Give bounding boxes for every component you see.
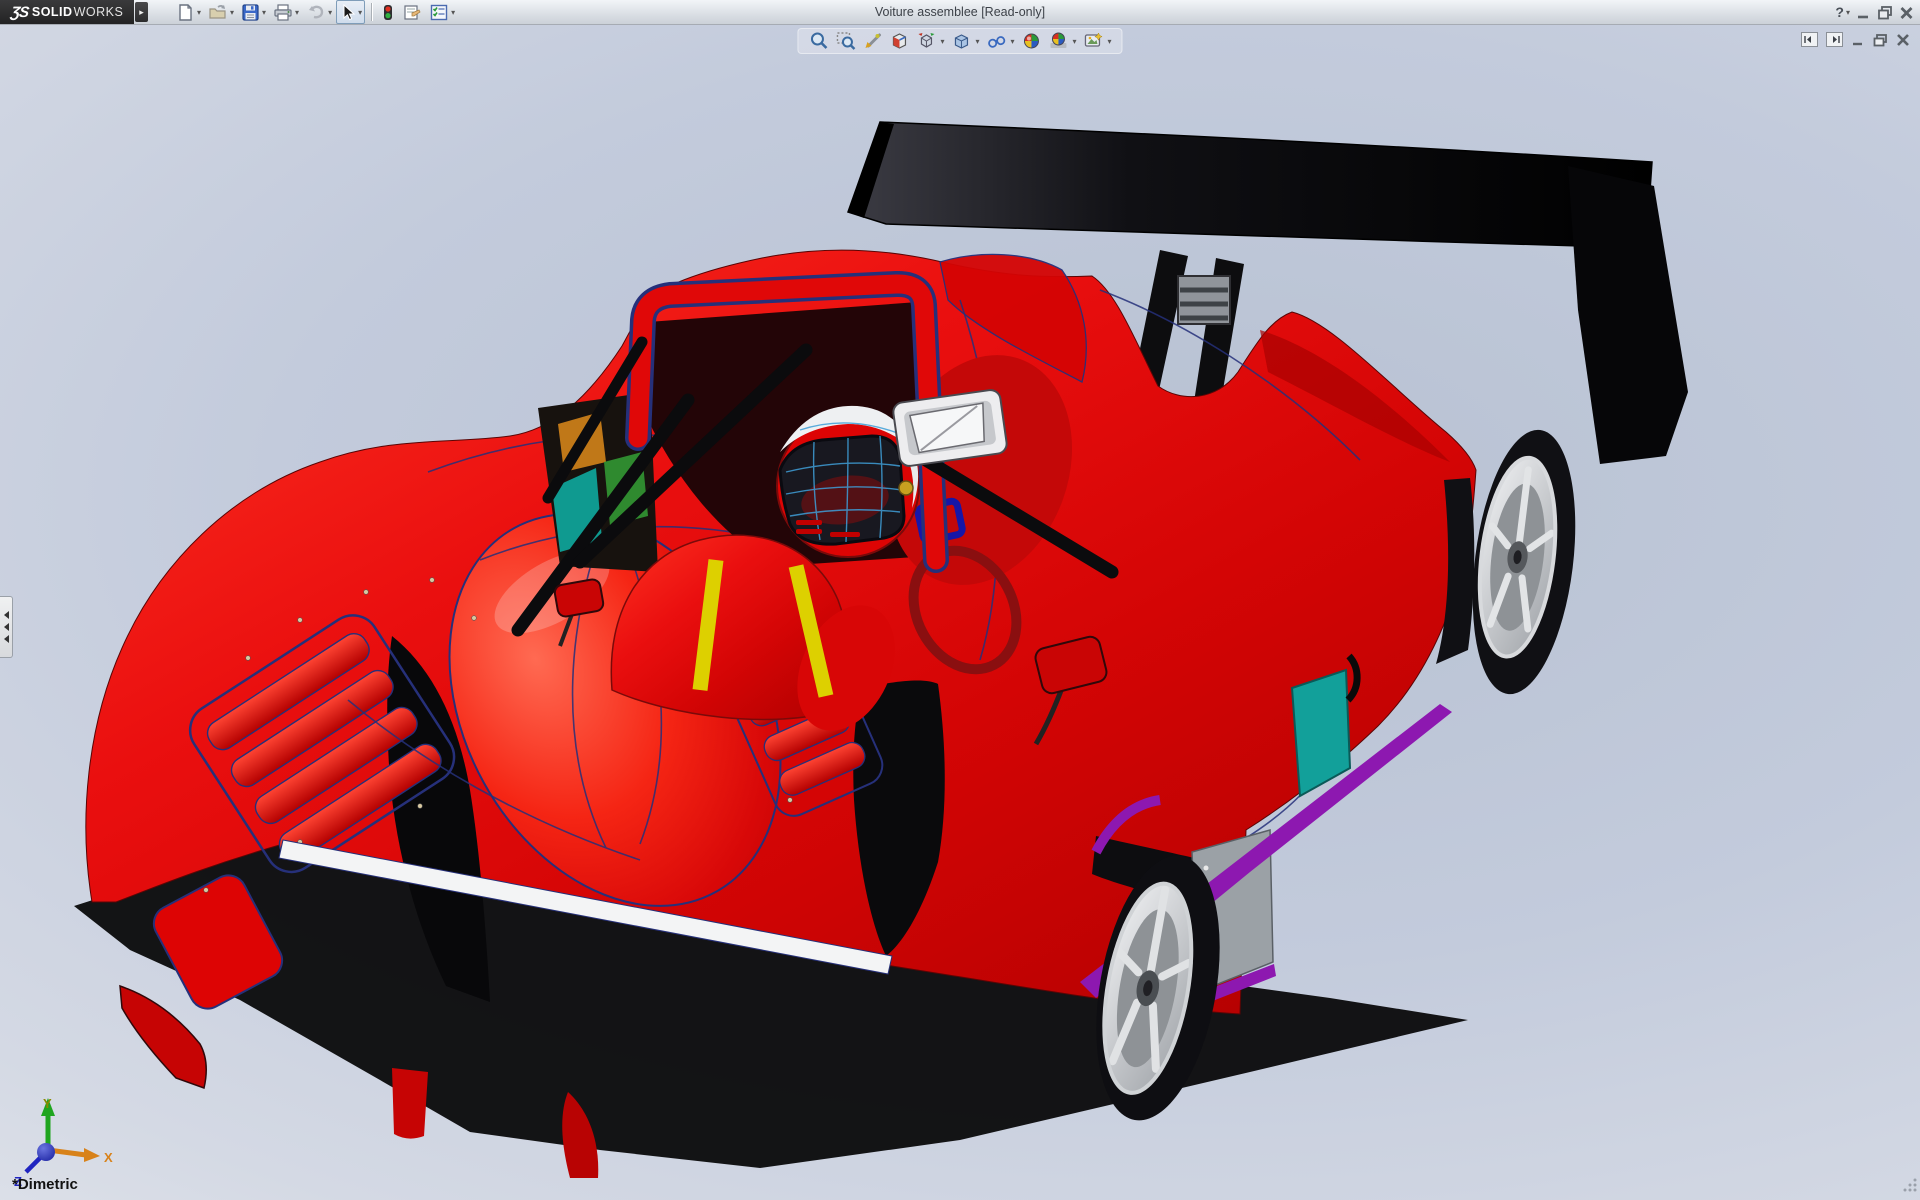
graphics-viewport[interactable]: ▾ ▾ ▾ ▾ ▾	[0, 24, 1920, 1200]
appearance-ball-icon	[1022, 31, 1042, 51]
main-toolbar: ▾ ▾ ▾ ▾ ▾ ▾ ▾	[173, 0, 458, 24]
dropdown-arrow[interactable]: ▾	[940, 37, 944, 46]
visor-pivot	[899, 481, 913, 495]
undo-icon	[306, 3, 326, 22]
dropdown-arrow[interactable]: ▾	[295, 8, 299, 17]
open-folder-icon	[208, 3, 228, 22]
menu-flyout-arrow[interactable]: ▸	[135, 2, 148, 22]
edit-appearance-button[interactable]	[1022, 31, 1042, 51]
previous-pane-button[interactable]	[1801, 32, 1818, 47]
select-button[interactable]: ▾	[336, 0, 365, 24]
dropdown-arrow[interactable]: ▾	[358, 8, 362, 17]
zoom-to-area-button[interactable]	[835, 31, 855, 51]
print-button[interactable]: ▾	[270, 0, 302, 24]
select-cursor-icon	[339, 3, 356, 22]
view-settings-button[interactable]: ▾	[1084, 31, 1112, 51]
dropdown-arrow[interactable]: ▾	[1108, 37, 1112, 46]
featuremanager-collapse-tab[interactable]	[0, 596, 13, 658]
dropdown-arrow[interactable]: ▾	[1073, 37, 1077, 46]
notepad-icon	[402, 3, 422, 22]
resize-grip[interactable]	[1902, 1176, 1918, 1192]
dropdown-arrow[interactable]: ▾	[230, 8, 234, 17]
y-axis-label: Y	[43, 1096, 52, 1111]
rearview-mirror[interactable]	[892, 389, 1008, 467]
section-view-button[interactable]	[889, 31, 909, 51]
view-orientation-icon	[916, 31, 936, 51]
previous-view-icon	[862, 31, 882, 51]
dropdown-arrow[interactable]: ▾	[1010, 37, 1014, 46]
x-axis-arrow	[84, 1148, 100, 1162]
door-window[interactable]	[1292, 670, 1350, 796]
dropdown-arrow[interactable]: ▾	[451, 8, 455, 17]
titlebar: ƷS SOLID WORKS ▸ ▾ ▾ ▾ ▾ ▾ ▾	[0, 0, 1920, 25]
solidworks-logo[interactable]: ƷS SOLID WORKS	[0, 0, 134, 24]
apply-scene-button[interactable]: ▾	[1049, 31, 1077, 51]
solidworks-logo-text-light: WORKS	[74, 5, 124, 19]
model-viewport-3d[interactable]	[0, 24, 1920, 1200]
toolbar-separator	[371, 3, 372, 21]
collapse-arrow-icon	[4, 623, 9, 631]
apply-scene-icon	[1049, 31, 1069, 51]
restore-window-button[interactable]	[1877, 5, 1893, 20]
checklist-icon	[429, 3, 449, 22]
close-window-button[interactable]	[1899, 5, 1914, 20]
dropdown-arrow[interactable]: ▾	[262, 8, 266, 17]
rear-wheel[interactable]	[1459, 424, 1589, 700]
checklist-button[interactable]: ▾	[426, 0, 458, 24]
help-icon: ?	[1835, 4, 1844, 20]
zoom-to-area-icon	[835, 31, 855, 51]
splitter-strut	[392, 1068, 428, 1139]
display-style-button[interactable]: ▾	[951, 31, 979, 51]
window-controls: ? ▾	[1835, 0, 1914, 24]
collapse-arrow-icon	[4, 635, 9, 643]
new-document-icon	[176, 3, 195, 22]
next-pane-button[interactable]	[1826, 32, 1843, 47]
solidworks-logo-mark: ƷS	[9, 4, 29, 21]
dropdown-arrow[interactable]: ▾	[328, 8, 332, 17]
minimize-window-button[interactable]	[1856, 5, 1871, 20]
zoom-to-fit-icon	[808, 31, 828, 51]
hide-show-items-button[interactable]: ▾	[986, 31, 1014, 51]
previous-view-button[interactable]	[862, 31, 882, 51]
document-window-controls	[1801, 32, 1910, 47]
stoplight-icon	[381, 3, 395, 22]
zoom-to-fit-button[interactable]	[808, 31, 828, 51]
rear-wing-endplate	[1568, 166, 1688, 464]
heads-up-view-toolbar: ▾ ▾ ▾ ▾ ▾	[797, 28, 1122, 54]
view-orientation-button[interactable]: ▾	[916, 31, 944, 51]
undo-button[interactable]: ▾	[303, 0, 335, 24]
solidworks-logo-text: SOLID	[32, 5, 73, 19]
triad-origin	[37, 1143, 55, 1161]
close-document-button[interactable]	[1896, 33, 1910, 47]
dropdown-arrow[interactable]: ▾	[975, 37, 979, 46]
help-button[interactable]: ? ▾	[1835, 4, 1850, 20]
open-button[interactable]: ▾	[205, 0, 237, 24]
minimize-document-button[interactable]	[1851, 33, 1865, 47]
display-style-icon	[951, 31, 971, 51]
view-orientation-label: *Dimetric	[12, 1176, 78, 1193]
dropdown-arrow[interactable]: ▾	[1846, 8, 1850, 17]
collapse-arrow-icon	[4, 611, 9, 619]
save-button[interactable]: ▾	[238, 0, 269, 24]
save-floppy-icon	[241, 3, 260, 22]
design-binder-button[interactable]	[399, 0, 425, 24]
dropdown-arrow[interactable]: ▾	[197, 8, 201, 17]
eyeglasses-icon	[986, 31, 1006, 51]
stoplight-button[interactable]	[378, 0, 398, 24]
x-axis-label: X	[104, 1150, 113, 1165]
rear-wing-blade	[848, 122, 1652, 248]
view-settings-icon	[1084, 31, 1104, 51]
window-title: Voiture assemblee [Read-only]	[875, 0, 1045, 24]
section-view-icon	[889, 31, 909, 51]
new-button[interactable]: ▾	[173, 0, 204, 24]
restore-document-button[interactable]	[1873, 33, 1888, 47]
print-icon	[273, 3, 293, 22]
